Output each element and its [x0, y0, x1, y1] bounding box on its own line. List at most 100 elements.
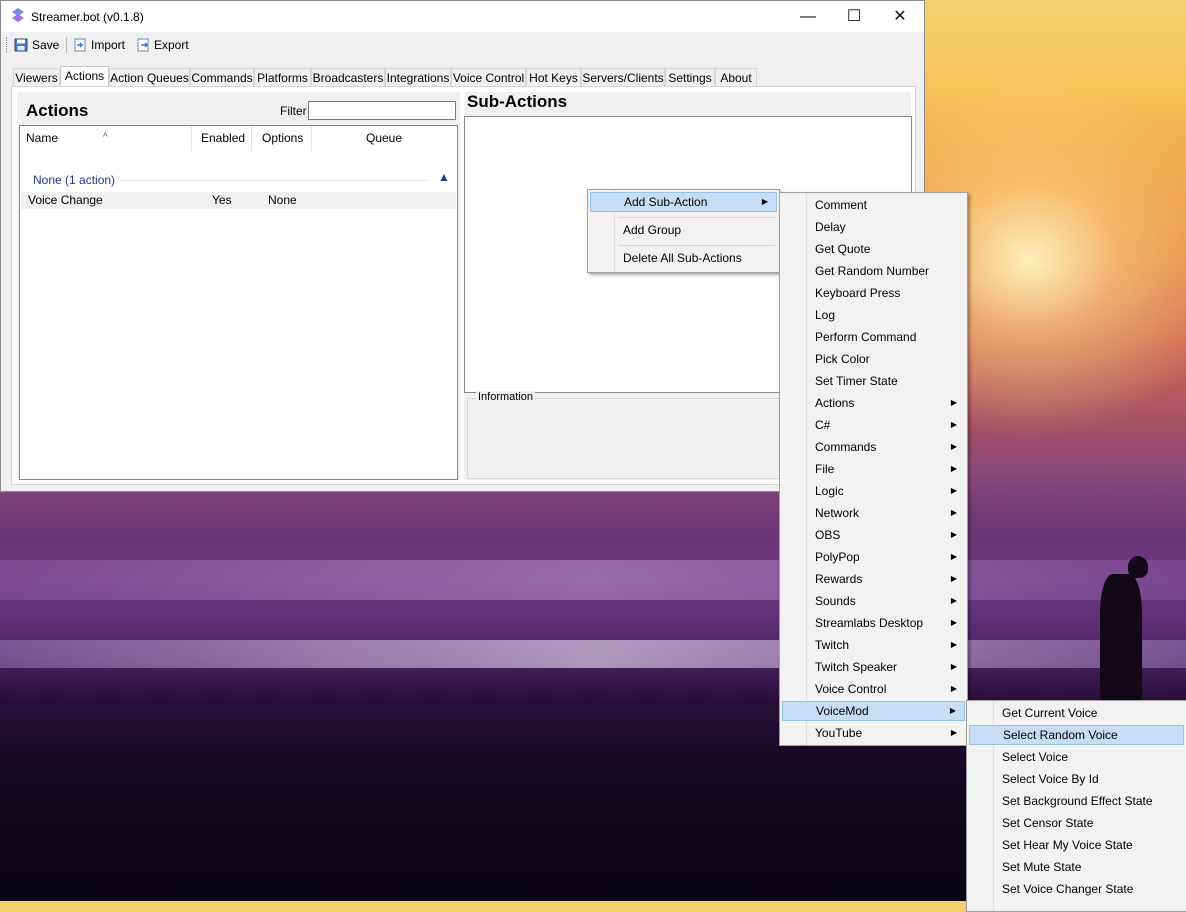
submenu-item-get-quote[interactable]: Get Quote	[782, 239, 965, 259]
row-name: Voice Change	[28, 193, 103, 207]
chevron-right-icon: ▶	[761, 197, 768, 206]
menu-item-label: Add Group	[623, 223, 682, 237]
menu-item-label: Twitch Speaker	[815, 660, 898, 674]
actions-list[interactable]: Name ^ Enabled Options Queue None (1 act…	[19, 125, 458, 480]
menu-item-label: YouTube	[815, 726, 863, 740]
minimize-button[interactable]: —	[785, 1, 831, 32]
submenu-item-network[interactable]: Network ▶	[782, 503, 965, 523]
tab-about[interactable]: About	[715, 68, 757, 87]
chevron-right-icon: ▶	[950, 486, 957, 495]
submenu-item-pick-color[interactable]: Pick Color	[782, 349, 965, 369]
submenu-item-twitch-speaker[interactable]: Twitch Speaker ▶	[782, 657, 965, 677]
chevron-right-icon: ▶	[950, 728, 957, 737]
menu-item-label: Actions	[815, 396, 855, 410]
submenu-item-delay[interactable]: Delay	[782, 217, 965, 237]
tab-voice-control[interactable]: Voice Control	[451, 68, 526, 87]
submenu-item-commands[interactable]: Commands ▶	[782, 437, 965, 457]
voicemod-item-set-mute-state[interactable]: Set Mute State	[969, 857, 1184, 877]
menu-item-label: Keyboard Press	[815, 286, 901, 300]
maximize-button[interactable]: ☐	[831, 1, 877, 32]
chevron-right-icon: ▶	[950, 574, 957, 583]
voicemod-item-set-hear-my-voice-state[interactable]: Set Hear My Voice State	[969, 835, 1184, 855]
chevron-right-icon: ▶	[950, 508, 957, 517]
tab-actions[interactable]: Actions	[60, 66, 109, 88]
tab-integrations[interactable]: Integrations	[385, 68, 451, 87]
submenu-item-keyboard-press[interactable]: Keyboard Press	[782, 283, 965, 303]
submenu-item-perform-command[interactable]: Perform Command	[782, 327, 965, 347]
voicemod-item-set-background-effect-state[interactable]: Set Background Effect State	[969, 791, 1184, 811]
submenu-item-streamlabs-desktop[interactable]: Streamlabs Desktop ▶	[782, 613, 965, 633]
import-icon	[74, 38, 86, 52]
tab-servers-clients[interactable]: Servers/Clients	[581, 68, 665, 87]
column-header-queue[interactable]: Queue	[312, 126, 457, 151]
group-header[interactable]: None (1 action)	[33, 173, 115, 187]
menu-item-label: PolyPop	[815, 550, 860, 564]
menu-item-label: Set Hear My Voice State	[1002, 838, 1133, 852]
tab-action-queues[interactable]: Action Queues	[109, 68, 190, 87]
column-header-options[interactable]: Options	[252, 126, 312, 151]
tab-settings[interactable]: Settings	[665, 68, 715, 87]
table-row[interactable]: Voice Change Yes None	[21, 192, 456, 209]
submenu-item-log[interactable]: Log	[782, 305, 965, 325]
submenu-item-get-random-number[interactable]: Get Random Number	[782, 261, 965, 281]
import-button[interactable]: Import	[73, 36, 125, 54]
tab-hot-keys[interactable]: Hot Keys	[526, 68, 581, 87]
chevron-right-icon: ▶	[950, 618, 957, 627]
group-divider	[120, 180, 430, 181]
close-button[interactable]: ✕	[877, 1, 923, 32]
filter-input[interactable]	[308, 101, 456, 120]
submenu-item-obs[interactable]: OBS ▶	[782, 525, 965, 545]
sub-action-submenu: Comment Delay Get Quote Get Random Numbe…	[779, 192, 968, 746]
menu-item-label: Perform Command	[815, 330, 917, 344]
menu-item-label: Get Quote	[815, 242, 871, 256]
menu-item-label: Streamlabs Desktop	[815, 616, 924, 630]
menu-item-label: Sounds	[815, 594, 856, 608]
menu-item-label: Comment	[815, 198, 868, 212]
tab-commands[interactable]: Commands	[190, 68, 254, 87]
menu-item-label: Rewards	[815, 572, 863, 586]
chevron-right-icon: ▶	[950, 398, 957, 407]
voicemod-item-select-voice-by-id[interactable]: Select Voice By Id	[969, 769, 1184, 789]
voicemod-item-set-censor-state[interactable]: Set Censor State	[969, 813, 1184, 833]
voicemod-item-set-voice-changer-state[interactable]: Set Voice Changer State	[969, 879, 1184, 899]
voicemod-item-select-voice[interactable]: Select Voice	[969, 747, 1184, 767]
submenu-item-csharp[interactable]: C# ▶	[782, 415, 965, 435]
tab-broadcasters[interactable]: Broadcasters	[311, 68, 385, 87]
sea-reflection	[0, 560, 1186, 600]
column-header-enabled[interactable]: Enabled	[192, 126, 252, 151]
export-button[interactable]: Export	[136, 36, 189, 54]
tab-platforms[interactable]: Platforms	[254, 68, 311, 87]
submenu-item-youtube[interactable]: YouTube ▶	[782, 723, 965, 743]
voicemod-item-get-current-voice[interactable]: Get Current Voice	[969, 703, 1184, 723]
chevron-right-icon: ▶	[950, 420, 957, 429]
chevron-right-icon: ▶	[950, 464, 957, 473]
menu-item-label: Set Censor State	[1002, 816, 1094, 830]
chevron-right-icon: ▶	[950, 684, 957, 693]
submenu-item-rewards[interactable]: Rewards ▶	[782, 569, 965, 589]
submenu-item-logic[interactable]: Logic ▶	[782, 481, 965, 501]
menu-item-delete-all-sub-actions[interactable]: Delete All Sub-Actions	[590, 248, 777, 268]
save-icon	[14, 38, 28, 52]
submenu-item-polypop[interactable]: PolyPop ▶	[782, 547, 965, 567]
menu-item-label: OBS	[815, 528, 841, 542]
column-header-name[interactable]: Name ^	[20, 126, 192, 151]
submenu-item-twitch[interactable]: Twitch ▶	[782, 635, 965, 655]
submenu-item-voice-control[interactable]: Voice Control ▶	[782, 679, 965, 699]
menu-item-add-sub-action[interactable]: Add Sub-Action ▶	[590, 192, 777, 212]
menu-item-label: Twitch	[815, 638, 850, 652]
voicemod-item-select-random-voice[interactable]: Select Random Voice	[969, 725, 1184, 745]
menu-item-label: Select Random Voice	[1003, 728, 1118, 742]
toolbar: Save Import Export	[1, 32, 924, 58]
submenu-item-voicemod[interactable]: VoiceMod ▶	[782, 701, 965, 721]
chevron-up-icon[interactable]: ▲	[438, 170, 450, 184]
submenu-item-sounds[interactable]: Sounds ▶	[782, 591, 965, 611]
tab-viewers[interactable]: Viewers	[13, 68, 60, 87]
submenu-item-set-timer-state[interactable]: Set Timer State	[782, 371, 965, 391]
save-button[interactable]: Save	[14, 36, 59, 54]
submenu-item-file[interactable]: File ▶	[782, 459, 965, 479]
menu-item-add-group[interactable]: Add Group	[590, 220, 777, 240]
submenu-item-comment[interactable]: Comment	[782, 195, 965, 215]
menu-item-label: Select Voice By Id	[1002, 772, 1099, 786]
subactions-heading: Sub-Actions	[467, 92, 568, 111]
submenu-item-actions[interactable]: Actions ▶	[782, 393, 965, 413]
